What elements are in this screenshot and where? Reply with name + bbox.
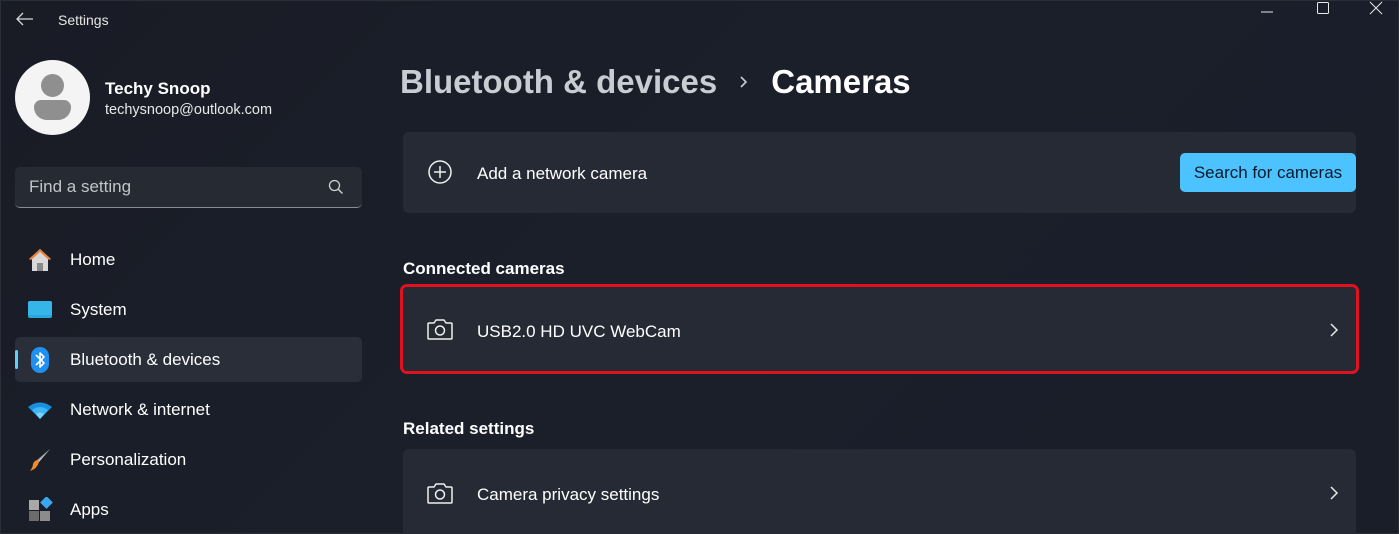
sidebar-item-system[interactable]: System [15, 287, 362, 332]
page-title: Cameras [771, 63, 911, 100]
related-settings-heading: Related settings [403, 419, 535, 438]
minimize-icon [1260, 1, 1274, 19]
app-title: Settings [58, 12, 109, 28]
sidebar-item-label: Personalization [70, 449, 187, 469]
avatar-person-body [34, 100, 71, 120]
add-network-camera-card: Add a network camera Search for cameras [403, 132, 1356, 213]
apps-icon [27, 497, 53, 523]
maximize-button[interactable] [1300, 1, 1346, 19]
sidebar-item-personalization[interactable]: Personalization [15, 437, 362, 482]
maximize-icon [1316, 1, 1330, 20]
add-network-camera-label: Add a network camera [477, 164, 648, 183]
active-indicator [15, 350, 18, 369]
camera-list-item[interactable]: USB2.0 HD UVC WebCam [400, 284, 1359, 374]
camera-privacy-settings-label: Camera privacy settings [477, 485, 660, 504]
settings-window: Settings Techy Snoop techysnoop@outlook.… [0, 0, 1399, 534]
minimize-button[interactable] [1244, 1, 1290, 19]
search-for-cameras-button[interactable]: Search for cameras [1180, 153, 1356, 192]
avatar-person-icon [41, 74, 64, 97]
sidebar-item-label: Apps [70, 499, 109, 519]
arrow-left-icon [16, 12, 34, 31]
system-icon [27, 297, 53, 323]
camera-name: USB2.0 HD UVC WebCam [477, 322, 681, 341]
camera-icon [425, 314, 455, 344]
camera-privacy-settings-item[interactable]: Camera privacy settings [403, 449, 1356, 534]
sidebar-item-label: Bluetooth & devices [70, 349, 221, 369]
chevron-right-icon [1326, 322, 1342, 338]
close-icon [1369, 1, 1383, 20]
user-name: Techy Snoop [105, 79, 211, 98]
close-button[interactable] [1353, 1, 1399, 19]
search-icon[interactable] [328, 179, 344, 200]
search-input[interactable] [15, 177, 315, 197]
sidebar-item-home[interactable]: Home [15, 237, 362, 282]
avatar[interactable] [15, 60, 90, 135]
paintbrush-icon [27, 447, 53, 473]
breadcrumb-parent-link[interactable]: Bluetooth & devices [400, 63, 717, 101]
chevron-right-icon [739, 75, 749, 89]
chevron-right-icon [1326, 485, 1342, 501]
add-circle-icon [425, 157, 455, 187]
breadcrumb: Bluetooth & devices Cameras [400, 63, 911, 101]
sidebar-item-bluetooth-devices[interactable]: Bluetooth & devices [15, 337, 362, 382]
back-button[interactable] [11, 9, 39, 33]
user-email: techysnoop@outlook.com [105, 102, 273, 118]
camera-icon [425, 478, 455, 508]
connected-cameras-heading: Connected cameras [403, 259, 565, 278]
search-box [15, 167, 362, 208]
sidebar-item-label: Home [70, 249, 116, 269]
sidebar-item-network-internet[interactable]: Network & internet [15, 387, 362, 432]
wifi-icon [27, 397, 53, 423]
home-icon [27, 247, 53, 273]
bluetooth-icon [27, 347, 53, 373]
sidebar-item-label: Network & internet [70, 399, 210, 419]
sidebar-item-apps[interactable]: Apps [15, 487, 362, 532]
title-bar: Settings [1, 1, 1398, 41]
sidebar-item-label: System [70, 299, 127, 319]
